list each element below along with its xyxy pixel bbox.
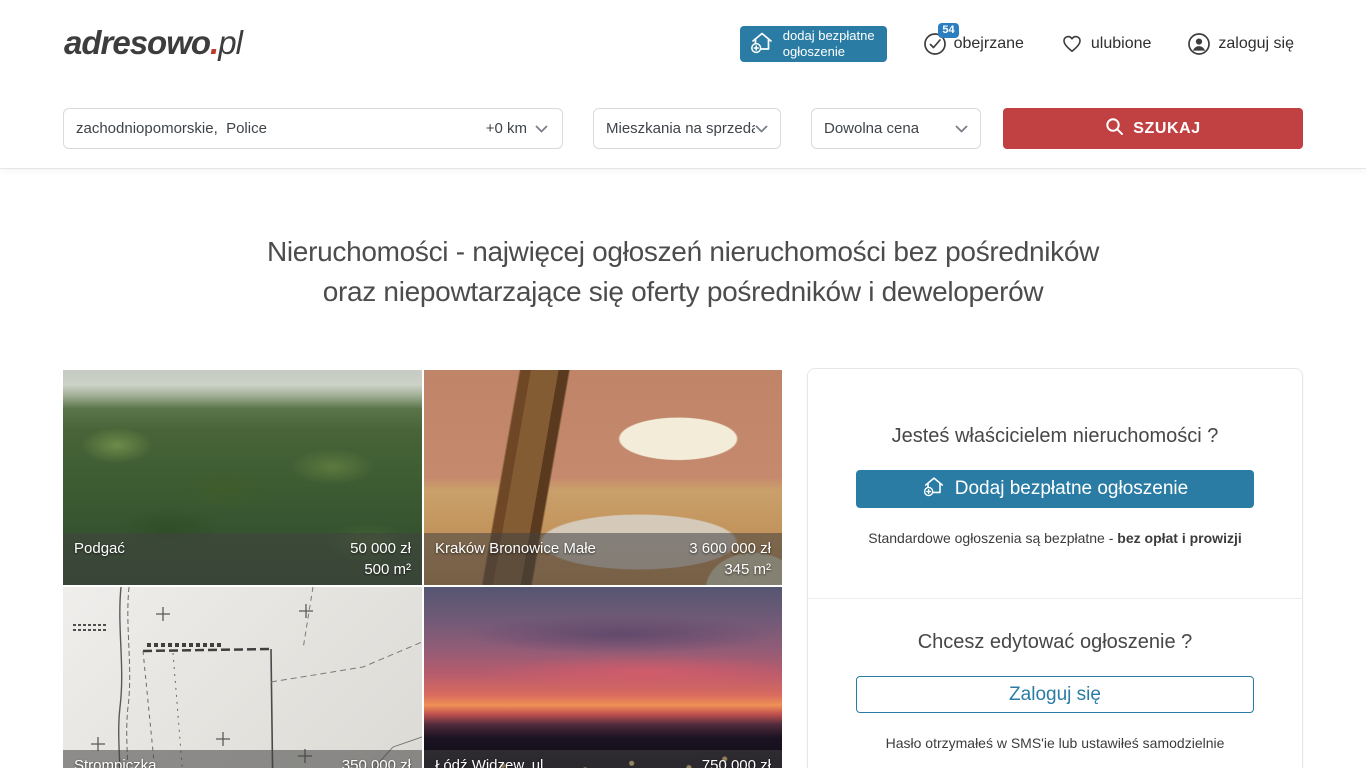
listing-caption: Strompiczka 350 000 zł (63, 750, 422, 768)
listing-caption: Łódź Widzew, ul. 750 000 zł (424, 750, 782, 768)
chevron-down-icon (955, 120, 968, 137)
nav-item-viewed[interactable]: 54 obejrzane (923, 32, 1024, 56)
house-plus-icon (749, 29, 775, 59)
radius-select[interactable]: +0 km (486, 120, 562, 137)
listing-name: Kraków Bronowice Małe (435, 538, 596, 559)
listing-card[interactable]: Podgać 50 000 zł 500 m² (63, 370, 422, 585)
listing-name: Łódź Widzew, ul. (435, 755, 548, 768)
listing-card[interactable]: Strompiczka 350 000 zł (63, 587, 422, 768)
login-button[interactable]: Zaloguj się (856, 676, 1254, 713)
search-button-label: SZUKAJ (1133, 120, 1201, 138)
listing-name: Strompiczka (74, 755, 157, 768)
viewed-count-badge: 54 (938, 23, 958, 38)
listing-card[interactable]: Łódź Widzew, ul. 750 000 zł (424, 587, 782, 768)
listing-photo-survey-map (63, 587, 422, 768)
radius-value: +0 km (486, 120, 527, 137)
add-listing-label: dodaj bezpłatne ogłoszenie (783, 28, 875, 61)
listing-price: 750 000 zł (702, 755, 771, 768)
site-header: adresowo.pl dodaj bezpłatne ogłoszenie (0, 0, 1366, 169)
top-nav: dodaj bezpłatne ogłoszenie 54 obejrzane (740, 26, 1294, 62)
location-input[interactable] (64, 109, 486, 148)
listing-area: 345 m² (435, 559, 771, 580)
chevron-down-icon (755, 120, 768, 137)
logo-dot: . (210, 24, 218, 61)
edit-section: Chcesz edytować ogłoszenie ? Zaloguj się… (808, 598, 1302, 751)
location-field: +0 km (63, 108, 563, 149)
user-icon (1187, 32, 1211, 56)
owner-section-title: Jesteś właścicielem nieruchomości ? (856, 425, 1254, 448)
price-select[interactable]: Dowolna cena (811, 108, 981, 149)
listing-card[interactable]: Kraków Bronowice Małe 3 600 000 zł 345 m… (424, 370, 782, 585)
page: adresowo.pl dodaj bezpłatne ogłoszenie (0, 0, 1366, 768)
logo-brand: adresowo (64, 24, 210, 61)
owner-note-bold: bez opłat i prowizji (1117, 530, 1241, 546)
heart-icon (1060, 32, 1084, 56)
page-title-line1: Nieruchomości - najwięcej ogłoszeń nieru… (267, 236, 1099, 267)
survey-map-drawing (63, 587, 422, 768)
listing-caption: Podgać 50 000 zł 500 m² (63, 533, 422, 585)
owner-panel: Jesteś właścicielem nieruchomości ? Doda… (807, 368, 1303, 768)
listing-name: Podgać (74, 538, 125, 559)
search-icon (1105, 117, 1124, 141)
owner-note-text: Standardowe ogłoszenia są bezpłatne - (868, 530, 1117, 546)
add-listing-button[interactable]: dodaj bezpłatne ogłoszenie (740, 26, 887, 62)
listing-photo-night-city (424, 587, 782, 768)
add-listing-line2: ogłoszenie (783, 44, 845, 59)
logo-tld: pl (218, 24, 242, 61)
category-select[interactable]: Mieszkania na sprzeda (593, 108, 781, 149)
page-title-line2: oraz niepowtarzające się oferty pośredni… (323, 276, 1044, 307)
edit-section-title: Chcesz edytować ogłoszenie ? (856, 631, 1254, 654)
listing-caption: Kraków Bronowice Małe 3 600 000 zł 345 m… (424, 533, 782, 585)
edit-note: Hasło otrzymałeś w SMS'ie lub ustawiłeś … (856, 735, 1254, 751)
listing-price: 50 000 zł (350, 538, 411, 559)
listing-price: 3 600 000 zł (689, 538, 771, 559)
add-listing-line1: dodaj bezpłatne (783, 28, 875, 43)
listing-price: 350 000 zł (342, 755, 411, 768)
add-free-listing-button[interactable]: Dodaj bezpłatne ogłoszenie (856, 470, 1254, 508)
nav-item-favorites[interactable]: ulubione (1060, 32, 1152, 56)
search-bar: +0 km Mieszkania na sprzeda Dowolna cena (63, 108, 1303, 149)
favorites-label: ulubione (1091, 35, 1152, 53)
search-button[interactable]: SZUKAJ (1003, 108, 1303, 149)
owner-section: Jesteś właścicielem nieruchomości ? Doda… (808, 369, 1302, 598)
add-free-listing-label: Dodaj bezpłatne ogłoszenie (955, 478, 1188, 500)
page-title: Nieruchomości - najwięcej ogłoszeń nieru… (0, 232, 1366, 312)
owner-note: Standardowe ogłoszenia są bezpłatne - be… (856, 530, 1254, 546)
listing-area: 500 m² (74, 559, 411, 580)
logo[interactable]: adresowo.pl (64, 24, 242, 62)
viewed-check-icon: 54 (923, 32, 947, 56)
login-label: zaloguj się (1218, 35, 1294, 53)
price-value: Dowolna cena (824, 120, 919, 137)
listings-grid: Podgać 50 000 zł 500 m² Kraków Bronowice… (63, 370, 782, 768)
login-button-label: Zaloguj się (1009, 684, 1101, 706)
chevron-down-icon (535, 120, 548, 137)
viewed-label: obejrzane (954, 35, 1024, 53)
nav-item-login[interactable]: zaloguj się (1187, 32, 1294, 56)
category-value: Mieszkania na sprzeda (606, 120, 755, 137)
house-plus-icon (922, 474, 946, 504)
